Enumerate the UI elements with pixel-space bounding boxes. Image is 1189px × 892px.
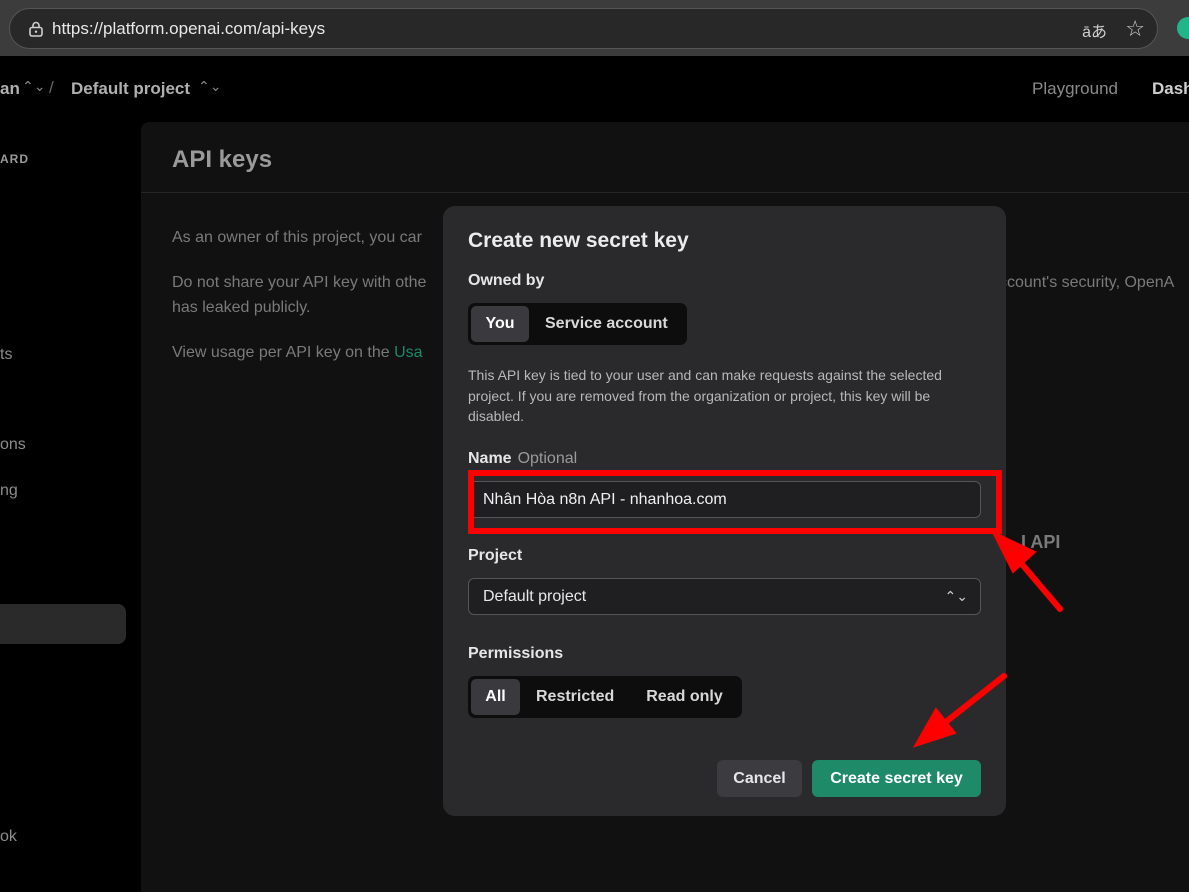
owned-by-label: Owned by	[468, 272, 545, 289]
empty-state-heading: I API	[1021, 532, 1061, 552]
project-label: Project	[468, 547, 523, 564]
create-secret-key-button[interactable]: Create secret key	[812, 760, 981, 797]
permission-read-only-option[interactable]: Read only	[630, 679, 738, 715]
permissions-label: Permissions	[468, 645, 564, 662]
warning-text-cont: ccount's security, OpenA	[999, 274, 1175, 291]
page-title: API keys	[172, 146, 273, 173]
sidebar-item[interactable]: ons	[0, 436, 26, 454]
sidebar-item-api-keys-active[interactable]	[0, 604, 126, 644]
optional-hint: Optional	[517, 450, 578, 467]
name-label-text: Name	[468, 450, 512, 467]
dialog-title: Create new secret key	[468, 229, 689, 252]
usage-text-prefix: View usage per API key on the	[172, 344, 395, 361]
nav-dashboard[interactable]: Dash	[1152, 79, 1189, 99]
chevron-updown-icon[interactable]: ⌃⌄	[198, 78, 221, 95]
chevron-updown-icon[interactable]: ⌃⌄	[22, 78, 45, 95]
permissions-toggle: All Restricted Read only	[468, 676, 742, 718]
org-switcher[interactable]: an	[0, 79, 20, 99]
owner-description: This API key is tied to your user and ca…	[468, 367, 942, 424]
warning-text-line2: has leaked publicly.	[172, 299, 311, 316]
site-info-icon[interactable]	[29, 21, 43, 37]
intro-text: As an owner of this project, you car	[172, 229, 422, 246]
top-navigation: an ⌃⌄ / Default project ⌃⌄ Playground Da…	[0, 56, 1189, 122]
breadcrumb-separator: /	[49, 78, 54, 97]
sidebar-item[interactable]: ts	[0, 346, 12, 364]
sidebar: ARD ts ons ng ok	[0, 122, 141, 892]
usage-text: View usage per API key on the Usa	[172, 340, 423, 365]
name-label: Name Optional	[468, 450, 577, 468]
sidebar-item[interactable]: ok	[0, 828, 17, 846]
nav-playground[interactable]: Playground	[1032, 79, 1118, 99]
sidebar-item[interactable]: ng	[0, 482, 18, 500]
cancel-button[interactable]: Cancel	[717, 760, 802, 797]
select-chevron-icon: ⌃⌄	[944, 588, 968, 604]
usage-link[interactable]: Usa	[394, 344, 422, 361]
project-switcher[interactable]: Default project	[71, 79, 190, 99]
owned-by-you-option[interactable]: You	[471, 306, 529, 342]
browser-toolbar: https://platform.openai.com/api-keys āあ …	[0, 0, 1189, 56]
bookmark-star-icon[interactable]: ☆	[1125, 16, 1145, 42]
project-select[interactable]: Default project ⌃⌄	[468, 578, 981, 615]
warning-text: Do not share your API key with othe	[172, 274, 427, 291]
url-text[interactable]: https://platform.openai.com/api-keys	[52, 19, 325, 39]
owned-by-service-account-option[interactable]: Service account	[529, 306, 684, 342]
translate-icon[interactable]: āあ	[1082, 18, 1107, 42]
divider	[141, 192, 1189, 193]
owned-by-toggle: You Service account	[468, 303, 687, 345]
project-select-value: Default project	[483, 588, 587, 605]
annotation-highlight-box	[468, 470, 1002, 534]
permission-restricted-option[interactable]: Restricted	[520, 679, 630, 715]
permission-all-option[interactable]: All	[471, 679, 520, 715]
sidebar-section-heading: ARD	[0, 152, 29, 166]
address-bar[interactable]: https://platform.openai.com/api-keys āあ …	[9, 8, 1158, 49]
extension-icon[interactable]	[1177, 17, 1189, 39]
